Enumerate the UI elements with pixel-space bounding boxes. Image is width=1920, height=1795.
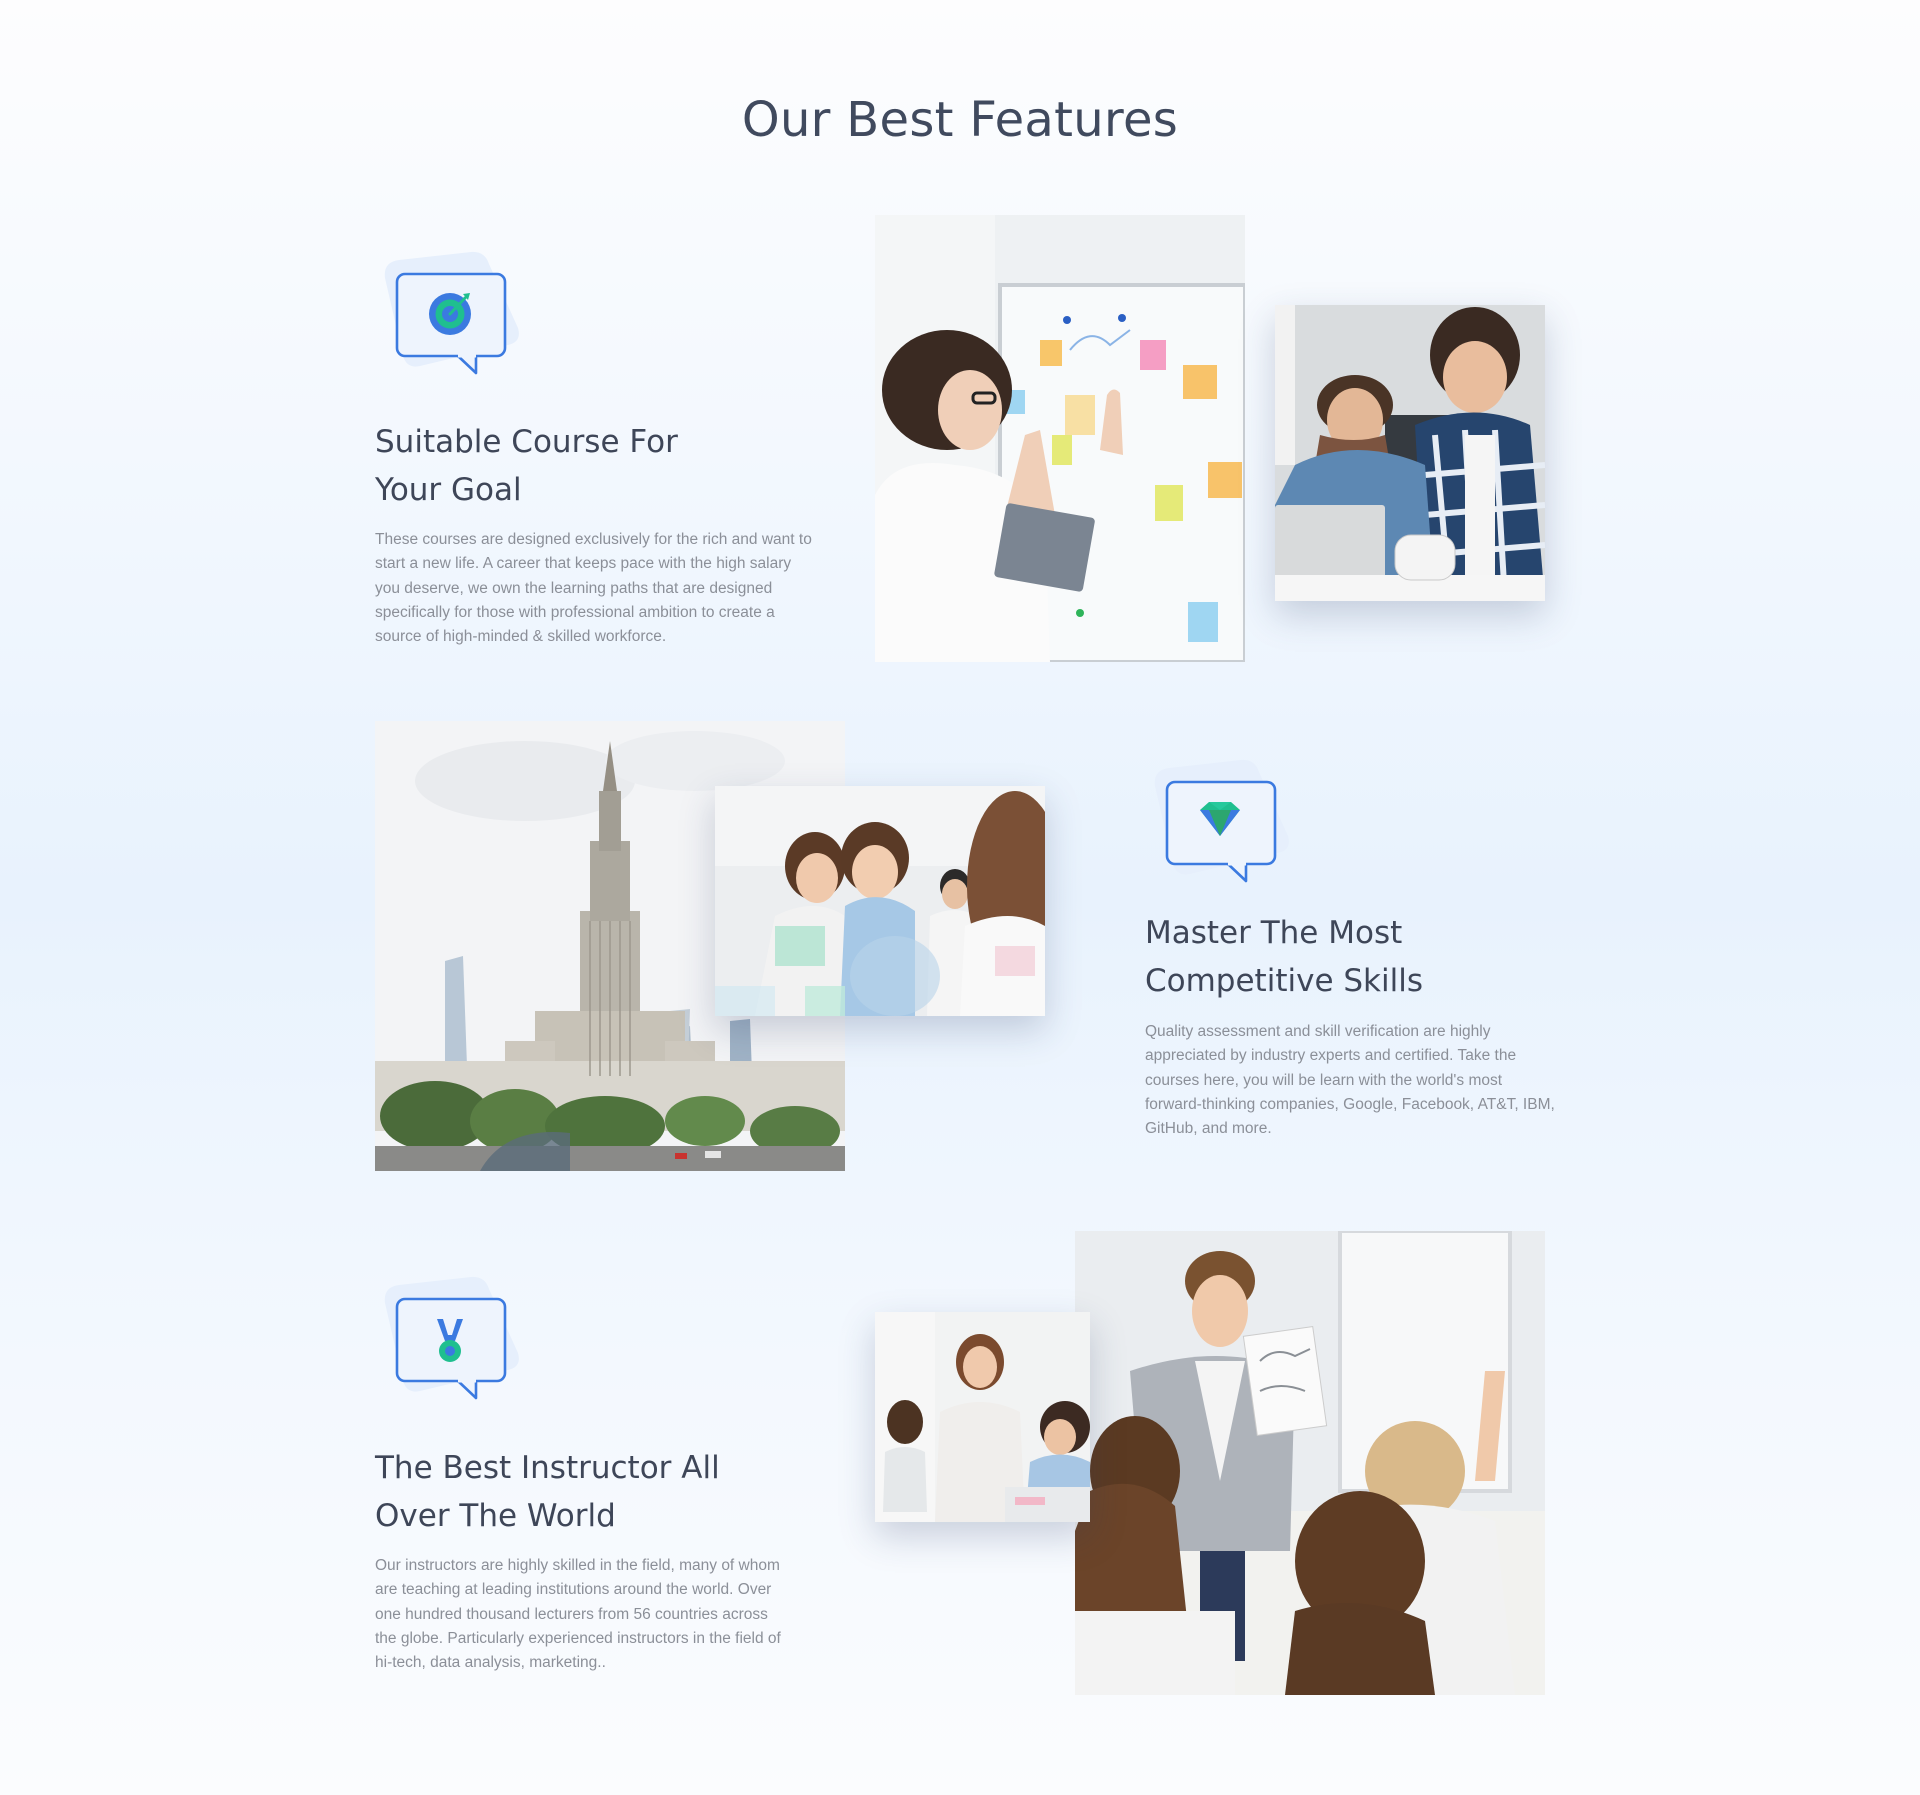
photo-instructor-portrait <box>875 1312 1090 1522</box>
photo-students-group <box>715 786 1045 1016</box>
target-icon <box>384 251 519 375</box>
feature-heading-competitive-skills: Master The Most Competitive Skills <box>1145 915 1423 999</box>
feature-badge-medal <box>375 1275 525 1410</box>
feature-badge-diamond <box>1145 758 1295 893</box>
photo-classroom-teacher <box>1075 1231 1545 1695</box>
feature-text-suitable-course: These courses are designed exclusively f… <box>375 531 812 646</box>
diamond-icon <box>1154 759 1289 883</box>
feature-heading-suitable-course: Suitable Course For Your Goal <box>375 424 678 508</box>
photo-men-laptop <box>1275 305 1545 601</box>
feature-heading-best-instructor: The Best Instructor All Over The World <box>375 1450 720 1534</box>
section-title: Our Best Features <box>741 92 1179 148</box>
feature-text-competitive-skills: Quality assessment and skill verificatio… <box>1145 1023 1555 1138</box>
photo-whiteboard-student <box>875 215 1245 662</box>
feature-text-best-instructor: Our instructors are highly skilled in th… <box>375 1557 781 1672</box>
medal-icon <box>384 1276 519 1400</box>
feature-badge-target <box>375 250 525 385</box>
